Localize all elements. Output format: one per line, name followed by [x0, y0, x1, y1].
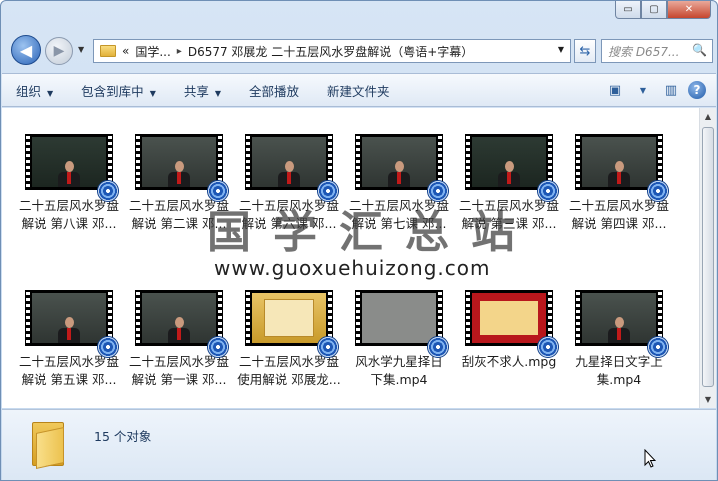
video-thumbnail: [355, 134, 449, 202]
video-thumbnail: [135, 290, 229, 358]
change-view-icon[interactable]: ▣: [604, 79, 626, 101]
video-thumbnail: [355, 290, 449, 358]
forward-button[interactable]: ▶: [45, 37, 73, 65]
chevron-down-icon: ▼: [47, 88, 54, 98]
search-icon[interactable]: 🔍: [692, 43, 707, 57]
command-toolbar: 组织 ▼ 包含到库中 ▼ 共享 ▼ 全部播放 新建文件夹 ▣ ▼ ▥ ?: [2, 73, 716, 107]
file-item[interactable]: 二十五层风水罗盘 解说 第四课 邓...: [564, 134, 674, 233]
item-count: 15 个对象: [94, 429, 152, 444]
search-placeholder: 搜索 D657...: [608, 44, 680, 59]
video-thumbnail: [245, 290, 339, 358]
file-name: 二十五层风水罗盘 使用解说 邓展龙...: [234, 353, 344, 389]
new-folder-button[interactable]: 新建文件夹: [313, 81, 404, 100]
scroll-down-icon[interactable]: ▼: [700, 391, 716, 408]
breadcrumb-segment-current[interactable]: D6577 邓展龙 二十五层风水罗盘解说（粤语+字幕）: [188, 43, 473, 60]
breadcrumb-chevron-icon[interactable]: ▸: [177, 46, 182, 57]
file-item[interactable]: 九星择日文字上 集.mp4: [564, 290, 674, 389]
preview-pane-icon[interactable]: ▥: [660, 79, 682, 101]
refresh-icon: ⇆: [579, 43, 591, 59]
refresh-button[interactable]: ⇆: [574, 39, 596, 63]
media-player-icon: [207, 336, 229, 358]
back-arrow-icon: ◀: [19, 40, 33, 60]
file-item[interactable]: 二十五层风水罗盘 解说 第五课 邓...: [14, 290, 124, 389]
media-player-icon: [647, 336, 669, 358]
file-name-line-2: 使用解说 邓展龙...: [237, 372, 341, 387]
explorer-window: ▭ ▢ ✕ ◀ ▶ ▼ « 国学... ▸ D6577 邓展龙 二十五层风水罗盘…: [0, 0, 718, 481]
file-name-line-2: 解说 第八课 邓...: [21, 216, 117, 231]
watermark-title: 国学汇总站: [207, 207, 537, 258]
video-thumbnail: [25, 290, 119, 358]
file-name: 风水学九星择日 下集.mp4: [344, 353, 454, 389]
address-dropdown-icon[interactable]: ▼: [558, 45, 564, 54]
file-name-line-2: 集.mp4: [596, 372, 642, 387]
media-player-icon: [97, 180, 119, 202]
video-thumbnail: [465, 290, 559, 358]
media-player-icon: [427, 336, 449, 358]
video-thumbnail: [25, 134, 119, 202]
minimize-button[interactable]: ▭: [615, 1, 641, 19]
details-pane: 15 个对象: [2, 409, 716, 480]
media-player-icon: [97, 336, 119, 358]
navigation-row: ◀ ▶ ▼ « 国学... ▸ D6577 邓展龙 二十五层风水罗盘解说（粤语+…: [9, 35, 713, 65]
media-player-icon: [317, 336, 339, 358]
file-item[interactable]: 二十五层风水罗盘 解说 第八课 邓...: [14, 134, 124, 233]
file-item[interactable]: 二十五层风水罗盘 使用解说 邓展龙...: [234, 290, 344, 389]
address-bar[interactable]: « 国学... ▸ D6577 邓展龙 二十五层风水罗盘解说（粤语+字幕） ▼: [93, 39, 571, 63]
play-all-button[interactable]: 全部播放: [235, 81, 313, 100]
file-name: 二十五层风水罗盘 解说 第五课 邓...: [14, 353, 124, 389]
video-thumbnail: [245, 134, 339, 202]
chevron-down-icon: ▼: [149, 88, 156, 98]
forward-arrow-icon: ▶: [53, 43, 65, 59]
share-menu[interactable]: 共享 ▼: [170, 81, 235, 100]
caption-buttons: ▭ ▢ ✕: [615, 1, 711, 19]
file-item[interactable]: 二十五层风水罗盘 解说 第一课 邓...: [124, 290, 234, 389]
video-thumbnail: [575, 290, 669, 358]
maximize-button[interactable]: ▢: [641, 1, 667, 19]
close-button[interactable]: ✕: [667, 1, 711, 19]
file-name: 九星择日文字上 集.mp4: [564, 353, 674, 389]
file-name-line-2: 解说 第五课 邓...: [21, 372, 117, 387]
file-name: 二十五层风水罗盘 解说 第八课 邓...: [14, 197, 124, 233]
file-name-line-2: 解说 第四课 邓...: [571, 216, 667, 231]
video-thumbnail: [465, 134, 559, 202]
organize-menu[interactable]: 组织 ▼: [2, 81, 67, 100]
file-name-line-2: 下集.mp4: [370, 372, 428, 387]
video-thumbnail: [575, 134, 669, 202]
video-thumbnail: [135, 134, 229, 202]
share-label: 共享: [183, 83, 209, 99]
file-name-line-2: 解说 第一课 邓...: [131, 372, 227, 387]
file-name: 二十五层风水罗盘 解说 第一课 邓...: [124, 353, 234, 389]
search-input[interactable]: 搜索 D657... 🔍: [601, 39, 713, 63]
chevron-down-icon: ▼: [214, 88, 222, 98]
file-list-area[interactable]: 二十五层风水罗盘 解说 第八课 邓... 二十五层风水罗盘 解说 第二课 邓... 二十…: [2, 108, 716, 408]
vertical-scrollbar[interactable]: ▲ ▼: [699, 108, 716, 408]
breadcrumb-segment-root[interactable]: 国学...: [135, 43, 170, 60]
media-player-icon: [537, 336, 559, 358]
file-item[interactable]: 风水学九星择日 下集.mp4: [344, 290, 454, 389]
toolbar-right: ▣ ▼ ▥ ?: [604, 79, 706, 101]
media-player-icon: [647, 180, 669, 202]
organize-label: 组织: [16, 83, 42, 99]
include-in-library-label: 包含到库中: [81, 83, 144, 99]
folder-icon: [32, 422, 64, 469]
recent-pages-dropdown[interactable]: ▼: [78, 45, 84, 54]
folder-icon: [100, 45, 116, 57]
file-item[interactable]: 刮灰不求人.mpg: [454, 290, 564, 371]
view-options-dropdown-icon[interactable]: ▼: [632, 79, 654, 101]
scroll-up-icon[interactable]: ▲: [700, 108, 716, 125]
media-player-icon: [537, 180, 559, 202]
scrollbar-thumb[interactable]: [702, 127, 714, 387]
file-name: 二十五层风水罗盘 解说 第四课 邓...: [564, 197, 674, 233]
address-overflow[interactable]: «: [122, 44, 129, 58]
back-button[interactable]: ◀: [11, 35, 41, 65]
include-in-library-menu[interactable]: 包含到库中 ▼: [67, 81, 170, 100]
help-icon[interactable]: ?: [688, 81, 706, 99]
watermark-url: www.guoxuehuizong.com: [214, 256, 491, 280]
mouse-cursor-icon: [644, 449, 656, 468]
